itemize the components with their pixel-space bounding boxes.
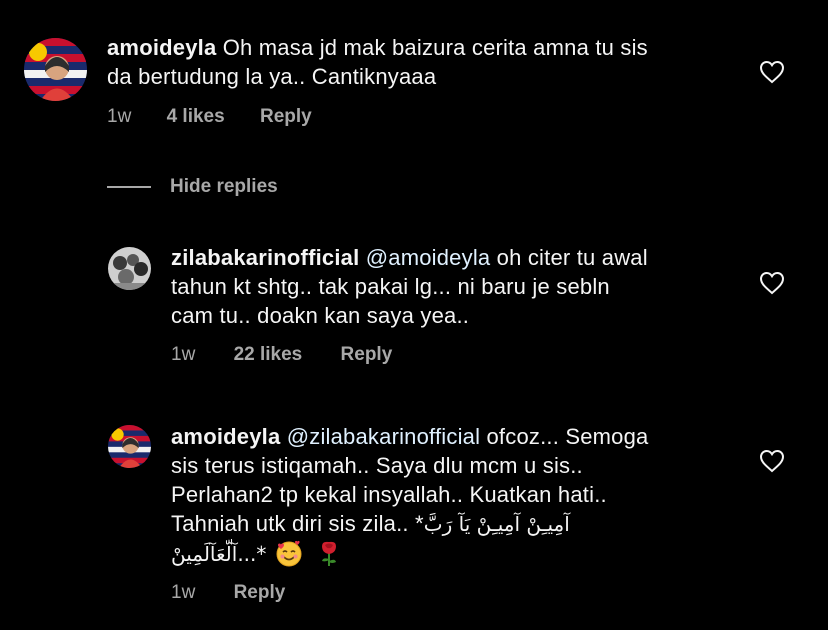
comment-arabic-text-2: آلّعَآلَمِينْ...* <box>171 542 267 566</box>
heart-icon[interactable] <box>759 60 785 84</box>
comment-time: 1w <box>171 344 196 365</box>
profile-photo-flag-icon <box>108 425 151 468</box>
likes-count[interactable]: 22 likes <box>234 344 303 366</box>
comment-body-line2: tahun kt shtg.. tak pakai lg... ni baru … <box>171 274 610 299</box>
comment-username[interactable]: amoideyla <box>171 424 280 449</box>
mention-link[interactable]: @zilabakarinofficial <box>287 424 480 449</box>
likes-count[interactable]: 4 likes <box>167 106 225 128</box>
comment-body-line2: da bertudung la ya.. Cantiknyaaa <box>107 64 437 89</box>
profile-photo-flag-icon <box>24 38 87 101</box>
reply-button[interactable]: Reply <box>234 582 286 604</box>
rose-icon <box>321 541 336 566</box>
comment-text: zilabakarinofficial @amoideyla oh citer … <box>171 243 731 330</box>
mention-link[interactable]: @amoideyla <box>366 245 491 270</box>
comment-username[interactable]: zilabakarinofficial <box>171 245 359 270</box>
divider <box>107 186 151 188</box>
comment-body-line2: sis terus istiqamah.. Saya dlu mcm u sis… <box>171 453 583 478</box>
comment-body-line1: oh citer tu awal <box>496 245 648 270</box>
comment-text: amoideyla @zilabakarinofficial ofcoz... … <box>171 422 741 569</box>
smiling-face-with-hearts-icon <box>276 540 302 567</box>
comment-body-line3: cam tu.. doakn kan saya yea.. <box>171 303 470 328</box>
comment-time: 1w <box>107 106 132 127</box>
comment-username[interactable]: amoideyla <box>107 35 216 60</box>
avatar[interactable] <box>108 247 151 290</box>
heart-icon[interactable] <box>759 449 785 473</box>
comment-meta: 1w 4 likes Reply <box>107 106 312 128</box>
profile-photo-group-icon <box>108 247 151 290</box>
reply-button[interactable]: Reply <box>260 106 312 128</box>
comment-time: 1w <box>171 582 196 603</box>
heart-icon[interactable] <box>759 271 785 295</box>
comment-arabic-text: آمِيـِنْ آمِيـِنْ يَآ رَبَّ <box>423 512 570 536</box>
hide-replies-label: Hide replies <box>170 176 278 197</box>
comment-text: amoideyla Oh masa jd mak baizura cerita … <box>107 33 747 91</box>
comment-body-line3: Perlahan2 tp kekal insyallah.. Kuatkan h… <box>171 482 607 507</box>
avatar[interactable] <box>24 38 87 101</box>
comment-body-line1: Oh masa jd mak baizura cerita amna tu si… <box>222 35 648 60</box>
comment-meta: 1w Reply <box>171 582 285 604</box>
reply-button[interactable]: Reply <box>341 344 393 366</box>
comment-meta: 1w 22 likes Reply <box>171 344 392 366</box>
hide-replies-button[interactable]: Hide replies <box>107 172 278 202</box>
comment-body-line4: Tahniah utk diri sis zila.. * <box>171 511 424 536</box>
avatar[interactable] <box>108 425 151 468</box>
comment-body-line1: ofcoz... Semoga <box>486 424 649 449</box>
